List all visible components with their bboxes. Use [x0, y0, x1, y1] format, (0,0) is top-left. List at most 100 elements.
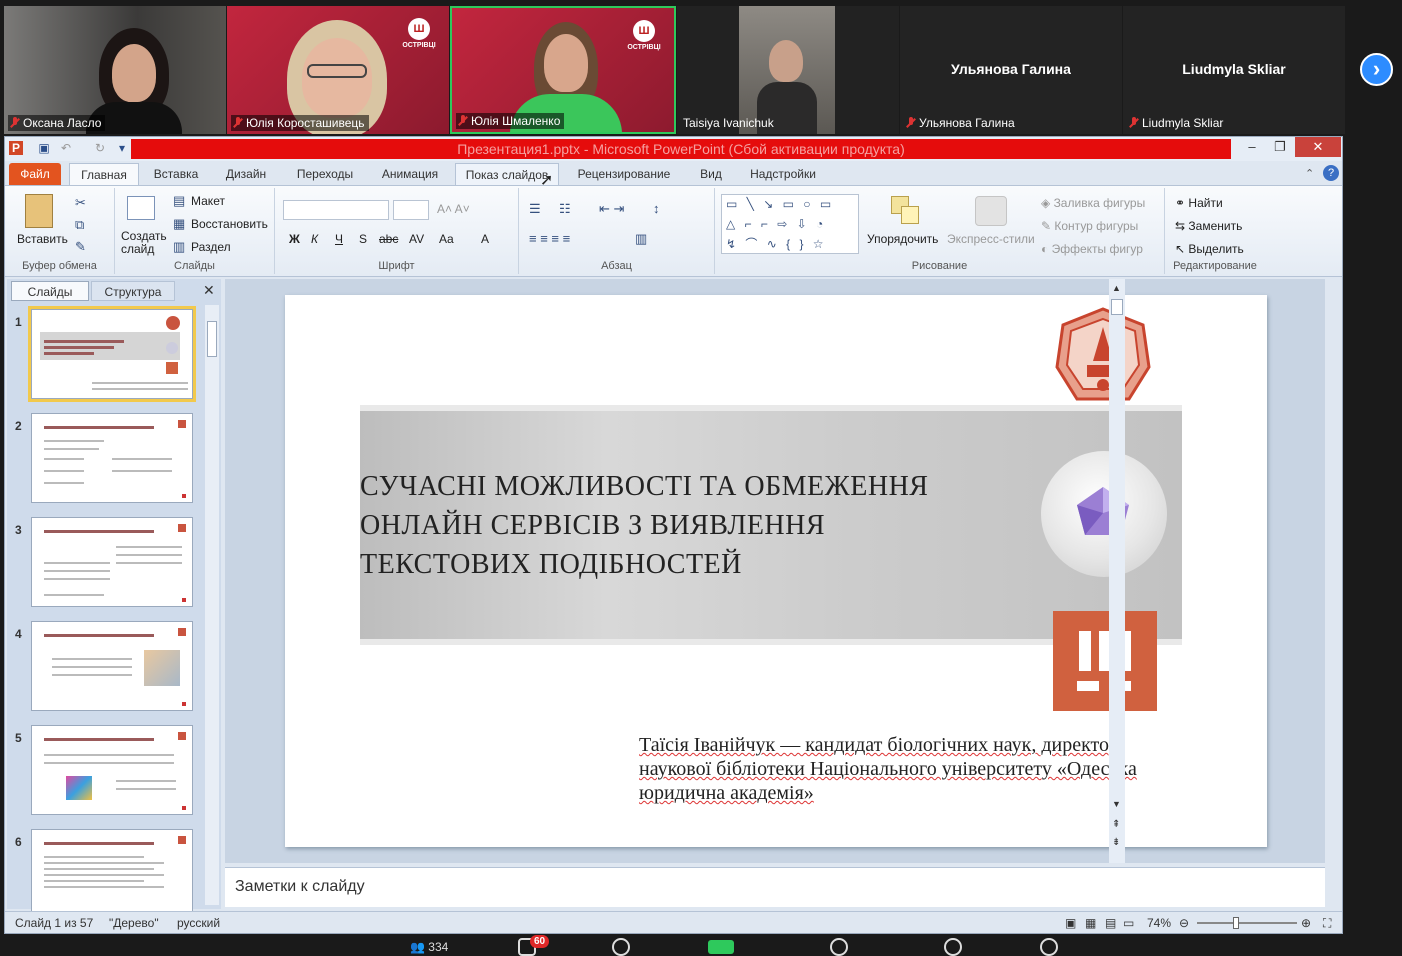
slide-thumbnail[interactable]: 5	[7, 721, 207, 817]
bullets-icon[interactable]: ☰	[529, 202, 541, 216]
slide-title[interactable]: СУЧАСНІ МОЖЛИВОСТІ ТА ОБМЕЖЕННЯ ОНЛАЙН С…	[360, 467, 980, 584]
undo-icon[interactable]: ↶	[59, 141, 73, 155]
normal-view-icon[interactable]: ▣	[1065, 916, 1076, 930]
author-text[interactable]: Таїсія Іванійчук — кандидат біологічних …	[639, 733, 1251, 805]
strikethrough-button[interactable]: abc	[379, 232, 398, 246]
format-painter-icon[interactable]: ✎	[75, 240, 86, 254]
grow-font-icon[interactable]: A˄ A˅	[437, 202, 470, 216]
slideshow-icon[interactable]: ▭	[1123, 916, 1134, 930]
shadow-button[interactable]: S	[359, 232, 367, 246]
theme-name[interactable]: "Дерево"	[109, 916, 159, 930]
save-icon[interactable]: ▣	[37, 141, 51, 155]
zoom-out-icon[interactable]: ⊖	[1179, 916, 1189, 930]
shapes-gallery[interactable]: ▭ ╲ ↘ ▭ ○ ▭ △ ⌐ ⌐ ⇨ ⇩ ◔ ↯ ⌒ ∿ { } ☆	[721, 194, 859, 254]
slide-thumbnail[interactable]: 4	[7, 617, 207, 713]
quick-styles-button[interactable]: Экспресс-стили	[947, 232, 1035, 246]
info-icon[interactable]	[830, 938, 848, 956]
scroll-up-icon[interactable]: ▲	[1112, 283, 1121, 293]
bold-button[interactable]: Ж	[289, 232, 300, 246]
italic-button[interactable]: К	[311, 232, 318, 246]
font-size-select[interactable]	[393, 200, 429, 220]
underline-button[interactable]: Ч	[335, 232, 343, 246]
replace-button[interactable]: ⇆ Заменить	[1175, 219, 1242, 233]
slide-sorter-icon[interactable]: ▦	[1085, 916, 1096, 930]
close-pane-icon[interactable]: ✕	[203, 282, 215, 299]
tab-slides[interactable]: Слайды	[11, 281, 89, 301]
minimize-button[interactable]: –	[1239, 137, 1265, 157]
more-icon[interactable]	[1040, 938, 1058, 956]
tab-home[interactable]: Главная	[69, 163, 139, 185]
notes-pane[interactable]: Заметки к слайду	[225, 867, 1325, 907]
font-color-button[interactable]: A	[481, 232, 489, 246]
tab-review[interactable]: Рецензирование	[569, 163, 679, 185]
thumbnail-preview	[28, 306, 196, 402]
tab-file[interactable]: Файл	[9, 163, 61, 185]
video-tile-5[interactable]: Ульянова Галина Ульянова Галина	[900, 6, 1122, 134]
paste-icon[interactable]	[25, 194, 53, 228]
indent-icon[interactable]: ⇤ ⇥	[599, 202, 624, 216]
tab-insert[interactable]: Вставка	[145, 163, 207, 185]
tab-view[interactable]: Вид	[693, 163, 729, 185]
language-indicator[interactable]: русский	[177, 916, 220, 930]
arrange-icon[interactable]	[891, 196, 921, 226]
shape-fill-button[interactable]: ◈ Заливка фигуры	[1041, 196, 1145, 210]
close-button[interactable]: ✕	[1295, 137, 1341, 157]
next-slide-icon[interactable]: ⇟	[1112, 837, 1120, 848]
video-tile-6[interactable]: Liudmyla Skliar Liudmyla Skliar	[1123, 6, 1345, 134]
line-spacing-icon[interactable]: ↕	[653, 202, 660, 216]
slide-scrollbar[interactable]: ▲ ▼ ⇞ ⇟	[1109, 279, 1125, 863]
participants-button[interactable]: 👥 334	[410, 940, 448, 954]
redo-icon[interactable]: ↻	[93, 141, 107, 155]
section-button[interactable]: Раздел	[191, 240, 231, 254]
video-tile-3-active[interactable]: Ш ОСТРІВЦІ Юлія Шмаленко	[450, 6, 676, 134]
collapse-ribbon-icon[interactable]: ⌃	[1305, 167, 1314, 180]
help-icon[interactable]: ?	[1323, 165, 1339, 181]
prev-slide-icon[interactable]: ⇞	[1112, 819, 1120, 830]
share-screen-button[interactable]	[708, 940, 734, 954]
tab-design[interactable]: Дизайн	[217, 163, 275, 185]
zoom-level[interactable]: 74%	[1147, 916, 1171, 930]
columns-icon[interactable]: ▥	[635, 232, 647, 246]
powerpoint-app-icon[interactable]: P	[9, 141, 23, 155]
quick-styles-icon[interactable]	[975, 196, 1007, 226]
slide-thumbnail[interactable]: 2	[7, 409, 207, 505]
change-case-button[interactable]: Aa	[439, 232, 454, 246]
video-tile-4[interactable]: Taisiya Ivanichuk	[677, 6, 899, 134]
fit-to-window-icon[interactable]: ⛶	[1323, 916, 1331, 931]
share-screen-icon[interactable]	[612, 938, 630, 956]
restore-button[interactable]: ❐	[1267, 137, 1293, 157]
numbering-icon[interactable]: ☷	[559, 202, 571, 216]
apps-icon[interactable]	[944, 938, 962, 956]
video-tile-2[interactable]: Ш ОСТРІВЦІ Юлія Коросташивець	[227, 6, 449, 134]
tab-transitions[interactable]: Переходы	[287, 163, 363, 185]
shape-effects-button[interactable]: ◐ Эффекты фигур	[1041, 242, 1143, 256]
scroll-down-icon[interactable]: ▼	[1112, 799, 1121, 809]
next-page-button[interactable]: ›	[1360, 53, 1393, 86]
tab-addins[interactable]: Надстройки	[743, 163, 823, 185]
new-slide-icon[interactable]	[127, 196, 155, 220]
video-tile-1[interactable]: Оксана Ласло	[4, 6, 226, 134]
font-name-select[interactable]	[283, 200, 389, 220]
char-spacing-button[interactable]: AV	[409, 232, 424, 246]
layout-button[interactable]: Макет	[191, 194, 225, 208]
copy-icon[interactable]: ⧉	[75, 218, 84, 232]
slide-thumbnail[interactable]: 1	[7, 305, 207, 402]
find-button[interactable]: ⚭ Найти	[1175, 196, 1223, 210]
customize-qat-icon[interactable]: ▾	[115, 141, 129, 155]
tab-outline[interactable]: Структура	[91, 281, 175, 301]
paste-button[interactable]: Вставить	[17, 232, 68, 246]
select-button[interactable]: ↖ Выделить	[1175, 242, 1244, 256]
cut-icon[interactable]: ✂	[75, 196, 86, 210]
thumbnails-scrollbar[interactable]	[205, 305, 219, 905]
zoom-slider[interactable]	[1197, 917, 1297, 929]
slide-thumbnail[interactable]: 3	[7, 513, 207, 609]
slide-thumbnail[interactable]: 6	[7, 825, 207, 921]
new-slide-button[interactable]: Создать слайд	[121, 230, 167, 256]
zoom-in-icon[interactable]: ⊕	[1301, 916, 1311, 930]
shape-outline-button[interactable]: ✎ Контур фигуры	[1041, 219, 1138, 233]
reading-view-icon[interactable]: ▤	[1105, 916, 1116, 930]
align-left-icon[interactable]: ≡ ≡ ≡ ≡	[529, 232, 570, 246]
tab-animation[interactable]: Анимация	[373, 163, 447, 185]
reset-button[interactable]: Восстановить	[191, 217, 268, 231]
arrange-button[interactable]: Упорядочить	[867, 232, 938, 246]
